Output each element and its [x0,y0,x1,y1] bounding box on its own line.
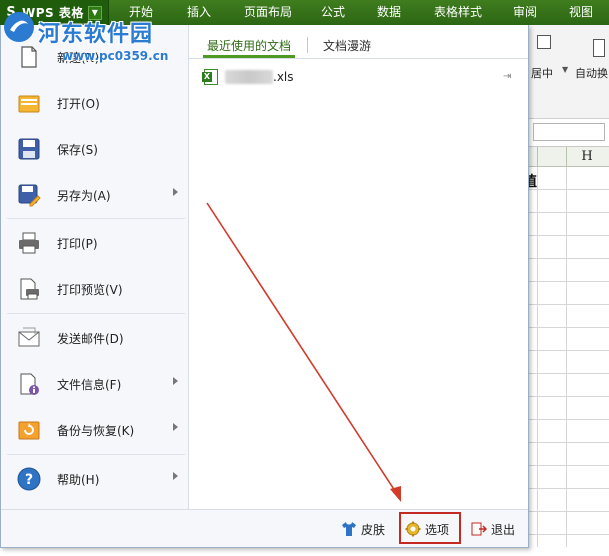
menu-item-print-preview[interactable]: 打印预览(V) [1,266,189,312]
file-name: .xls [273,70,294,84]
backup-restore-icon [18,421,40,440]
menu-item-save-as[interactable]: 另存为(A) [1,172,189,218]
tab-table-style[interactable]: 表格样式 [426,0,490,25]
pin-icon[interactable]: ⇥ [503,71,515,83]
recent-tabs: 最近使用的文档 文档漫游 [189,25,528,59]
save-as-icon [18,184,41,207]
save-icon [18,138,40,160]
options-highlight-box [399,512,461,544]
menu-item-print[interactable]: 打印(P) [1,220,189,266]
tab-review[interactable]: 审阅 [504,0,546,25]
printer-icon [19,232,39,254]
submenu-arrow-icon [173,188,178,196]
new-file-icon [21,46,37,68]
auto-wrap-label[interactable]: 自动换 [575,65,608,81]
formula-bar [529,119,609,147]
submenu-arrow-icon [173,423,178,431]
menu-item-save[interactable]: 保存(S) [1,126,189,172]
sheet-grid[interactable] [529,167,609,547]
submenu-arrow-icon [173,472,178,480]
tab-view[interactable]: 视图 [560,0,602,25]
xls-file-icon [202,69,218,85]
merge-center-label[interactable]: 居中 [531,65,553,81]
chevron-down-icon[interactable]: ▼ [562,65,568,74]
menu-item-file-info[interactable]: 文件信息(F) [1,361,189,407]
tab-formulas[interactable]: 公式 [312,0,354,25]
recent-file-item[interactable]: .xls ⇥ [201,65,521,89]
formula-input[interactable] [533,123,605,141]
skin-button[interactable]: 皮肤 [341,518,385,540]
blurred-file-name [225,70,273,84]
menu-item-new[interactable]: 新建(N) [1,34,189,80]
merge-center-icon[interactable] [537,35,551,49]
exit-icon [471,522,487,536]
chevron-down-icon[interactable]: ▼ [87,5,102,20]
file-info-icon [20,373,39,395]
shirt-icon [342,522,356,536]
submenu-arrow-icon [173,377,178,385]
app-menu-button[interactable]: S WPS 表格 ▼ [0,0,109,25]
active-tab-indicator [203,55,295,58]
file-menu-panel: 新建(N) 打开(O) 保存(S) 另存为(A) 打印(P) 打印预览(V) 发… [0,25,529,548]
ribbon-toolbar: 居中 ▼ 自动换 [529,25,609,119]
ribbon-bar: S WPS 表格 ▼ 开始 插入 页面布局 公式 数据 表格样式 审阅 视图 [0,0,609,25]
tab-page-layout[interactable]: 页面布局 [236,0,300,25]
file-menu-list: 新建(N) 打开(O) 保存(S) 另存为(A) 打印(P) 打印预览(V) 发… [1,25,189,509]
svg-text:?: ? [25,472,33,488]
exit-button[interactable]: 退出 [471,518,515,540]
mail-icon [18,327,40,347]
tab-document-roaming[interactable]: 文档漫游 [323,37,371,54]
wps-logo: S [6,5,16,20]
tab-home[interactable]: 开始 [118,0,164,25]
menu-item-send-mail[interactable]: 发送邮件(D) [1,315,189,361]
tab-recent-documents[interactable]: 最近使用的文档 [207,37,291,54]
column-header-h[interactable]: H [567,149,607,164]
app-title: WPS 表格 [22,6,84,20]
print-preview-icon [20,278,39,300]
file-menu-footer: 皮肤 选项 退出 [1,509,528,547]
menu-item-open[interactable]: 打开(O) [1,80,189,126]
open-folder-icon [18,95,40,113]
menu-item-backup-restore[interactable]: 备份与恢复(K) [1,407,189,453]
help-icon: ? [17,467,41,491]
tab-insert[interactable]: 插入 [176,0,222,25]
column-header-row: H [529,147,609,167]
menu-item-help[interactable]: ? 帮助(H) [1,456,189,502]
tab-data[interactable]: 数据 [368,0,410,25]
auto-wrap-icon[interactable] [593,39,605,57]
